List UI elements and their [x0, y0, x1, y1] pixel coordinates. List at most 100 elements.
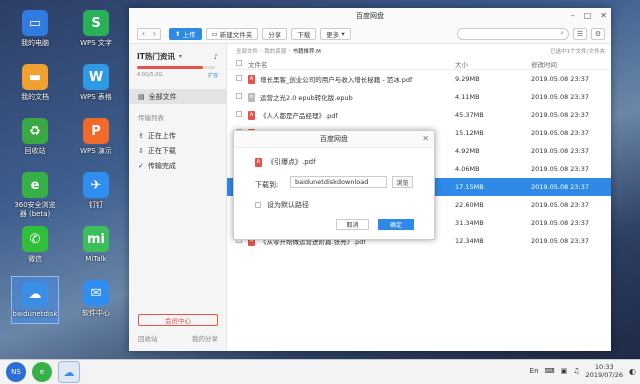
transfer-list-heading: 传输列表: [138, 114, 164, 122]
expand-link[interactable]: 扩容: [208, 72, 218, 79]
table-row[interactable]: A 增长黑客_创业公司的用户与收入增长秘籍 - 范冰.pdf 9.29MB 201…: [227, 70, 611, 88]
desktop-icon-label: WPS 演示: [80, 147, 112, 155]
table-row[interactable]: A 《人人都是产品经理》.pdf 45.37MB 2019.05.08 23:37: [227, 106, 611, 124]
browse-button[interactable]: 浏览: [392, 176, 413, 188]
minimize-icon[interactable]: –: [571, 11, 575, 20]
breadcrumb-separator: ›: [260, 48, 263, 54]
upload-button[interactable]: ⬆ 上传: [169, 27, 202, 40]
vip-center-button[interactable]: 会员中心: [138, 314, 218, 326]
desktop-icon-mitalk[interactable]: mi MiTalk: [72, 226, 120, 264]
default-path-option[interactable]: 设为默认路径: [255, 200, 309, 210]
breadcrumb-item[interactable]: 我的资源: [264, 47, 286, 55]
baidunetdisk-taskbar-icon[interactable]: ☁: [58, 361, 80, 383]
desktop-icon-folder[interactable]: ▬ 我的文档: [11, 64, 59, 102]
dialog-titlebar[interactable]: 百度网盘 ✕: [234, 131, 434, 148]
search-icon: ⌕: [560, 29, 564, 37]
new-folder-label: 新建文件夹: [219, 30, 253, 39]
download-icon: ⇩: [138, 146, 144, 155]
quota-progress-fill: [137, 66, 204, 69]
sidebar-item-label: 正在下载: [147, 146, 176, 155]
sidebar-item-all-files[interactable]: ▤ 全部文件: [129, 89, 226, 104]
account-name[interactable]: IT热门资讯: [137, 51, 175, 62]
dialog-title: 百度网盘: [320, 135, 348, 143]
sidebar-item-label: 全部文件: [148, 92, 177, 101]
view-mode-button[interactable]: ☰: [573, 27, 587, 40]
forward-icon[interactable]: ›: [149, 29, 160, 39]
wps-slides-icon: P: [83, 118, 109, 144]
more-button[interactable]: 更多 ▾: [320, 27, 351, 40]
download-button[interactable]: 下载: [291, 27, 317, 40]
column-date[interactable]: 修改时间: [531, 59, 601, 69]
desktop-icon-baidunetdisk[interactable]: ☁ baidunetdisk: [11, 276, 59, 324]
download-path-field[interactable]: [290, 176, 387, 188]
desktop-icon-wps-slides[interactable]: P WPS 演示: [72, 118, 120, 156]
desktop-icon-browser-360[interactable]: e 360安全浏览器 (beta): [11, 172, 59, 219]
file-date: 2019.05.08 23:37: [531, 75, 590, 83]
chevron-down-icon[interactable]: ▾: [179, 53, 182, 60]
desktop-icon-wps-writer[interactable]: S WPS 文字: [72, 10, 120, 48]
file-date: 2019.05.08 23:37: [531, 183, 590, 191]
search-input[interactable]: ⌕: [457, 27, 569, 40]
browser-360-taskbar-icon[interactable]: e: [32, 362, 52, 382]
desktop-icon-recycle-bin[interactable]: ♻ 回收站: [11, 118, 59, 156]
file-size: 4.06MB: [455, 165, 480, 173]
file-size: 12.34MB: [455, 237, 484, 245]
desktop-icon-label: 微信: [28, 255, 42, 263]
back-icon[interactable]: ‹: [138, 29, 149, 39]
desktop-icon-wps-sheet[interactable]: W WPS 表格: [72, 64, 120, 102]
close-icon[interactable]: ✕: [600, 11, 607, 20]
ok-button[interactable]: 确定: [378, 219, 414, 230]
window-titlebar[interactable]: 百度网盘 – □ ✕: [129, 8, 611, 24]
network-icon[interactable]: ▣: [561, 367, 568, 375]
desktop-icon-software-center[interactable]: ✉ 软件中心: [72, 280, 120, 318]
share-button[interactable]: 分享: [262, 27, 288, 40]
desktop-icon-computer[interactable]: ▭ 我的电脑: [11, 10, 59, 48]
table-row[interactable]: ≡ 运营之光2.0 epub转化版.epub 4.11MB 2019.05.08 …: [227, 88, 611, 106]
input-language[interactable]: En: [530, 367, 539, 375]
my-share-link[interactable]: 我的分享: [192, 333, 218, 343]
breadcrumb-item[interactable]: 全部文件: [236, 47, 258, 55]
sidebar-item-label: 传输完成: [147, 161, 176, 170]
sidebar-item-done[interactable]: ✓ 传输完成: [129, 158, 226, 173]
show-desktop-icon[interactable]: ◐: [629, 367, 636, 376]
selection-info: 已选中1个文件/文件夹: [550, 49, 605, 55]
new-folder-button[interactable]: ▭ 新建文件夹: [205, 27, 259, 40]
recycle-bin-link[interactable]: 回收站: [138, 333, 158, 343]
maximize-icon[interactable]: □: [584, 11, 592, 20]
volume-icon[interactable]: ♫: [573, 367, 579, 375]
bell-icon[interactable]: ♪: [214, 53, 218, 61]
default-path-label: 设为默认路径: [267, 201, 309, 209]
toolbar: ‹ › ⬆ 上传 ▭ 新建文件夹 分享 下载 更多 ▾ ⌕ ☰ ⚙: [129, 24, 611, 44]
file-date: 2019.05.08 23:37: [531, 237, 590, 245]
start-button[interactable]: NS: [6, 362, 26, 382]
file-name: 增长黑客_创业公司的用户与收入增长秘籍 - 范冰.pdf: [260, 76, 413, 84]
cancel-button[interactable]: 取消: [336, 219, 369, 230]
file-name: 《人人都是产品经理》.pdf: [260, 112, 338, 120]
column-name[interactable]: 文件名: [239, 59, 453, 69]
sidebar-item-uploading[interactable]: ⇪ 正在上传: [129, 128, 226, 143]
epub-file-icon: ≡: [248, 92, 255, 102]
breadcrumb: 全部文件 › 我的资源 › 书籍推荐.M 已选中1个文件/文件夹: [227, 44, 611, 58]
desktop-icon-wechat[interactable]: ✆ 微信: [11, 226, 59, 264]
mitalk-icon: mi: [83, 226, 109, 252]
sidebar-item-downloading[interactable]: ⇩ 正在下载: [129, 143, 226, 158]
settings-button[interactable]: ⚙: [591, 27, 605, 40]
check-circle-icon: ✓: [138, 161, 144, 170]
file-date: 2019.05.08 23:37: [531, 147, 590, 155]
clock[interactable]: 10:33 2019/07/26: [586, 363, 623, 379]
desktop-icon-dingtalk[interactable]: ✈ 钉钉: [72, 172, 120, 210]
default-path-checkbox[interactable]: [255, 202, 261, 208]
file-size: 4.11MB: [455, 93, 480, 101]
keyboard-icon[interactable]: ⌨: [545, 367, 555, 375]
computer-icon: ▭: [22, 10, 48, 36]
column-size[interactable]: 大小: [453, 59, 531, 69]
desktop-icon-label: WPS 表格: [80, 93, 112, 101]
wps-sheet-icon: W: [83, 64, 109, 90]
clock-date: 2019/07/26: [585, 371, 624, 379]
file-size: 31.34MB: [455, 219, 484, 227]
browser-360-icon: e: [22, 172, 48, 198]
sidebar-item-label: 正在上传: [147, 131, 176, 140]
upload-icon: ⇪: [138, 131, 144, 140]
close-icon[interactable]: ✕: [422, 134, 429, 143]
taskbar: NS e ☁ En ⌨ ▣ ♫ 10:33 2019/07/26 ◐: [0, 359, 640, 384]
